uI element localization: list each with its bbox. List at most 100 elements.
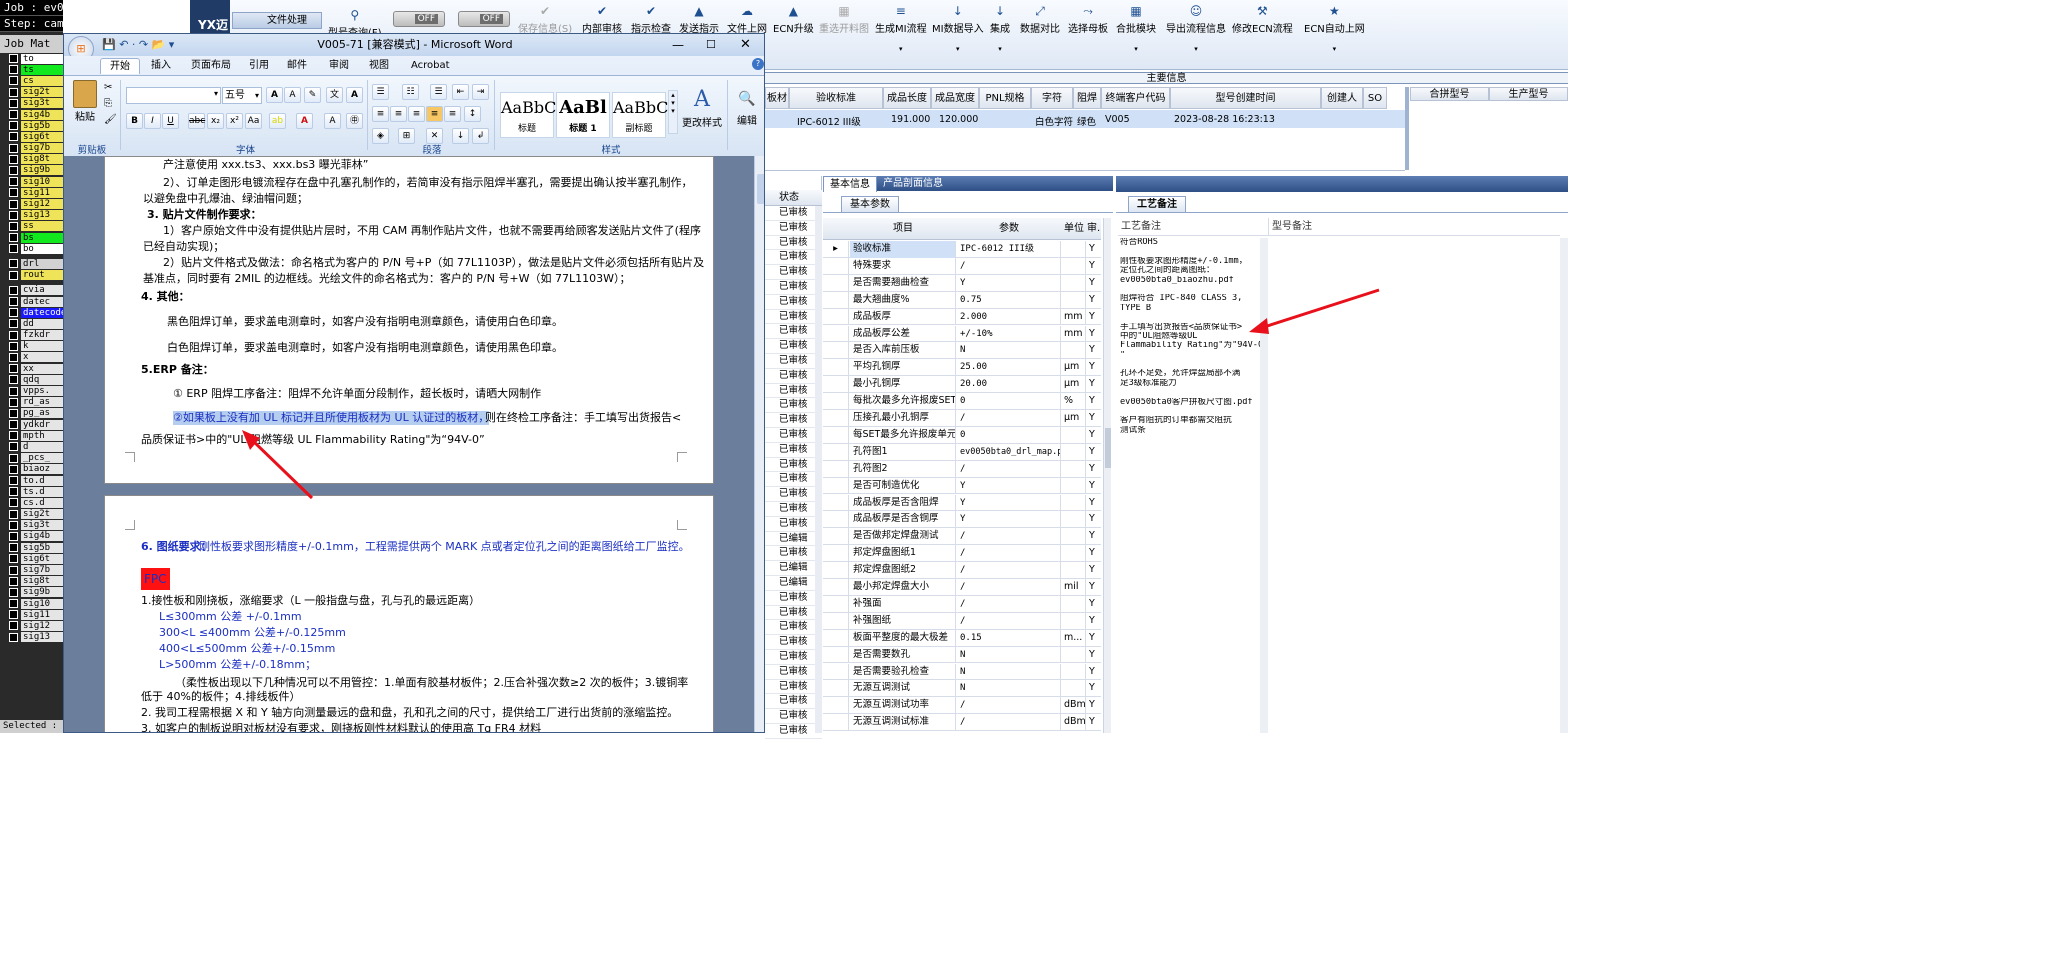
file-process-button[interactable]: 文件处理 [232, 12, 322, 29]
char-border-button[interactable]: A [346, 87, 363, 103]
layer-row[interactable]: sig5b [0, 120, 63, 131]
layer-checkbox[interactable] [9, 554, 18, 564]
param-row[interactable]: 成品板厚 2.000 mm Y [823, 308, 1101, 326]
document-page-2[interactable]: 6. 图纸要求： 刚性板要求图形精度+/-0.1mm，工程需提供两个 MARK 点… [104, 495, 714, 732]
ribbon-tab[interactable]: 开始 [100, 58, 140, 74]
status-cell[interactable]: 已审核 [765, 591, 822, 606]
layer-row[interactable]: sig4b [0, 531, 63, 542]
param-value[interactable]: 25.00 [957, 359, 1061, 377]
status-cell[interactable]: 已审核 [765, 694, 822, 710]
status-cell[interactable]: 已审核 [765, 265, 822, 280]
tab-product-section[interactable]: 产品剖面信息 [877, 176, 949, 192]
param-value[interactable]: / [957, 595, 1061, 613]
layer-checkbox[interactable] [9, 54, 18, 64]
status-cell[interactable]: 已审核 [765, 546, 822, 562]
layer-row[interactable]: sig3t [0, 520, 63, 531]
copy-icon[interactable]: ⎘ [104, 98, 112, 109]
change-case-button[interactable]: Aa [245, 113, 262, 129]
styles-scroll[interactable]: ▴ ▾ ▾ [668, 90, 678, 134]
toolbar-button[interactable]: ☺ 导出流程信息 ▾ [1166, 2, 1226, 53]
param-row[interactable]: 无源互调测试 N Y [823, 680, 1101, 698]
decrease-indent-button[interactable]: ⇤ [452, 84, 469, 100]
align-right-button[interactable]: ≡ [408, 106, 425, 122]
layer-row[interactable]: sig4b [0, 109, 63, 120]
layer-row[interactable]: sig9b [0, 165, 63, 176]
status-cell[interactable]: 已审核 [765, 635, 822, 650]
toolbar-button[interactable]: ⚒ 修改ECN流程 [1232, 2, 1293, 35]
layer-checkbox[interactable] [9, 587, 18, 597]
layer-row[interactable]: to.d [0, 475, 63, 486]
layer-checkbox[interactable] [9, 297, 18, 307]
status-cell[interactable]: 已审核 [765, 620, 822, 636]
enclose-char-button[interactable]: ㊥ [346, 113, 363, 129]
layer-row[interactable]: cvia [0, 285, 63, 296]
grow-font-button[interactable]: A [266, 87, 283, 103]
param-value[interactable]: / [957, 697, 1061, 715]
status-cell[interactable]: 已审核 [765, 443, 822, 458]
param-value[interactable]: 0.15 [957, 629, 1061, 647]
clear-format-button[interactable]: ✎ [304, 87, 321, 103]
layer-checkbox[interactable] [9, 330, 18, 340]
param-value[interactable]: +/-10% [957, 325, 1061, 343]
layer-row[interactable]: cs [0, 75, 63, 86]
layer-row[interactable]: sig12 [0, 620, 63, 631]
param-value[interactable]: Y [957, 477, 1061, 495]
param-value[interactable]: N [957, 342, 1061, 360]
layer-checkbox[interactable] [9, 632, 18, 642]
close-icon[interactable]: ✕ [740, 34, 751, 56]
ribbon-tab[interactable]: 邮件 [278, 58, 316, 74]
status-cell[interactable]: 已审核 [765, 665, 822, 680]
status-cell[interactable]: 已审核 [765, 250, 822, 266]
multilevel-button[interactable]: ☰ [430, 84, 447, 100]
param-row[interactable]: 每SET最多允许报废单元 0 Y [823, 426, 1101, 444]
editing-button[interactable]: 🔍 编辑 [730, 86, 764, 138]
layer-row[interactable]: x [0, 352, 63, 363]
status-cell[interactable]: 已审核 [765, 221, 822, 236]
tab-craft-notes[interactable]: 工艺备注 [1128, 196, 1186, 212]
layer-checkbox[interactable] [9, 610, 18, 620]
layer-row[interactable]: sig10 [0, 176, 63, 187]
param-row[interactable]: 孔符图1ev0050bta0_drl_map.pdf Y [823, 443, 1101, 461]
layer-row[interactable]: datecode- [0, 307, 63, 318]
layer-checkbox[interactable] [9, 341, 18, 351]
param-row[interactable]: 是否需要验孔检查 N Y [823, 663, 1101, 681]
layer-checkbox[interactable] [9, 110, 18, 120]
status-cell[interactable]: 已审核 [765, 236, 822, 251]
param-row[interactable]: 板面平整度的最大极差 0.15 m... Y [823, 629, 1101, 647]
status-cell[interactable]: 已审核 [765, 487, 822, 502]
layer-row[interactable]: _pcs_ [0, 453, 63, 464]
param-row[interactable]: 补强图纸 / Y [823, 612, 1101, 630]
param-value[interactable]: / [957, 460, 1061, 478]
param-row[interactable]: 成品板厚是否含阻焊 Y Y [823, 494, 1101, 512]
layer-row[interactable]: k [0, 341, 63, 352]
bullets-button[interactable]: ☰ [372, 84, 389, 100]
font-name-select[interactable]: ▾ [126, 87, 221, 104]
layer-checkbox[interactable] [9, 431, 18, 441]
toolbar-button[interactable]: ▦ 重选开料图 [819, 2, 869, 35]
param-row[interactable]: ▸ 验收标准 IPC-6012 III级 Y [823, 241, 1101, 258]
layer-row[interactable]: bs [0, 232, 63, 243]
param-row[interactable]: 平均孔铜厚 25.00 μm Y [823, 359, 1101, 377]
ribbon-tab[interactable]: 审阅 [320, 58, 358, 74]
status-cell[interactable]: 已审核 [765, 428, 822, 443]
layer-row[interactable]: sig5b [0, 542, 63, 553]
layer-row[interactable]: ydkdr [0, 419, 63, 430]
superscript-button[interactable]: x² [226, 113, 243, 129]
status-cell[interactable]: 已审核 [765, 502, 822, 517]
layer-checkbox[interactable] [9, 531, 18, 541]
param-row[interactable]: 最大翘曲度% 0.75 Y [823, 291, 1101, 309]
style-gallery-item[interactable]: AaBbC 标题 [500, 92, 556, 138]
status-cell[interactable]: 已编辑 [765, 561, 822, 576]
layer-checkbox[interactable] [9, 233, 18, 243]
toolbar-button[interactable]: ⤢ 数据对比 [1020, 2, 1060, 35]
layer-row[interactable]: sig11 [0, 187, 63, 198]
status-cell[interactable]: 已审核 [765, 369, 822, 384]
toolbar-button[interactable]: ↓ 集成 ▾ [990, 2, 1010, 53]
document-scrollbar[interactable] [754, 156, 764, 732]
align-center-button[interactable]: ≡ [390, 106, 407, 122]
status-cell[interactable]: 已编辑 [765, 576, 822, 591]
status-cell[interactable]: 已审核 [765, 295, 822, 310]
layer-checkbox[interactable] [9, 244, 18, 254]
status-cell[interactable]: 已审核 [765, 384, 822, 399]
layer-row[interactable]: sig10 [0, 598, 63, 609]
